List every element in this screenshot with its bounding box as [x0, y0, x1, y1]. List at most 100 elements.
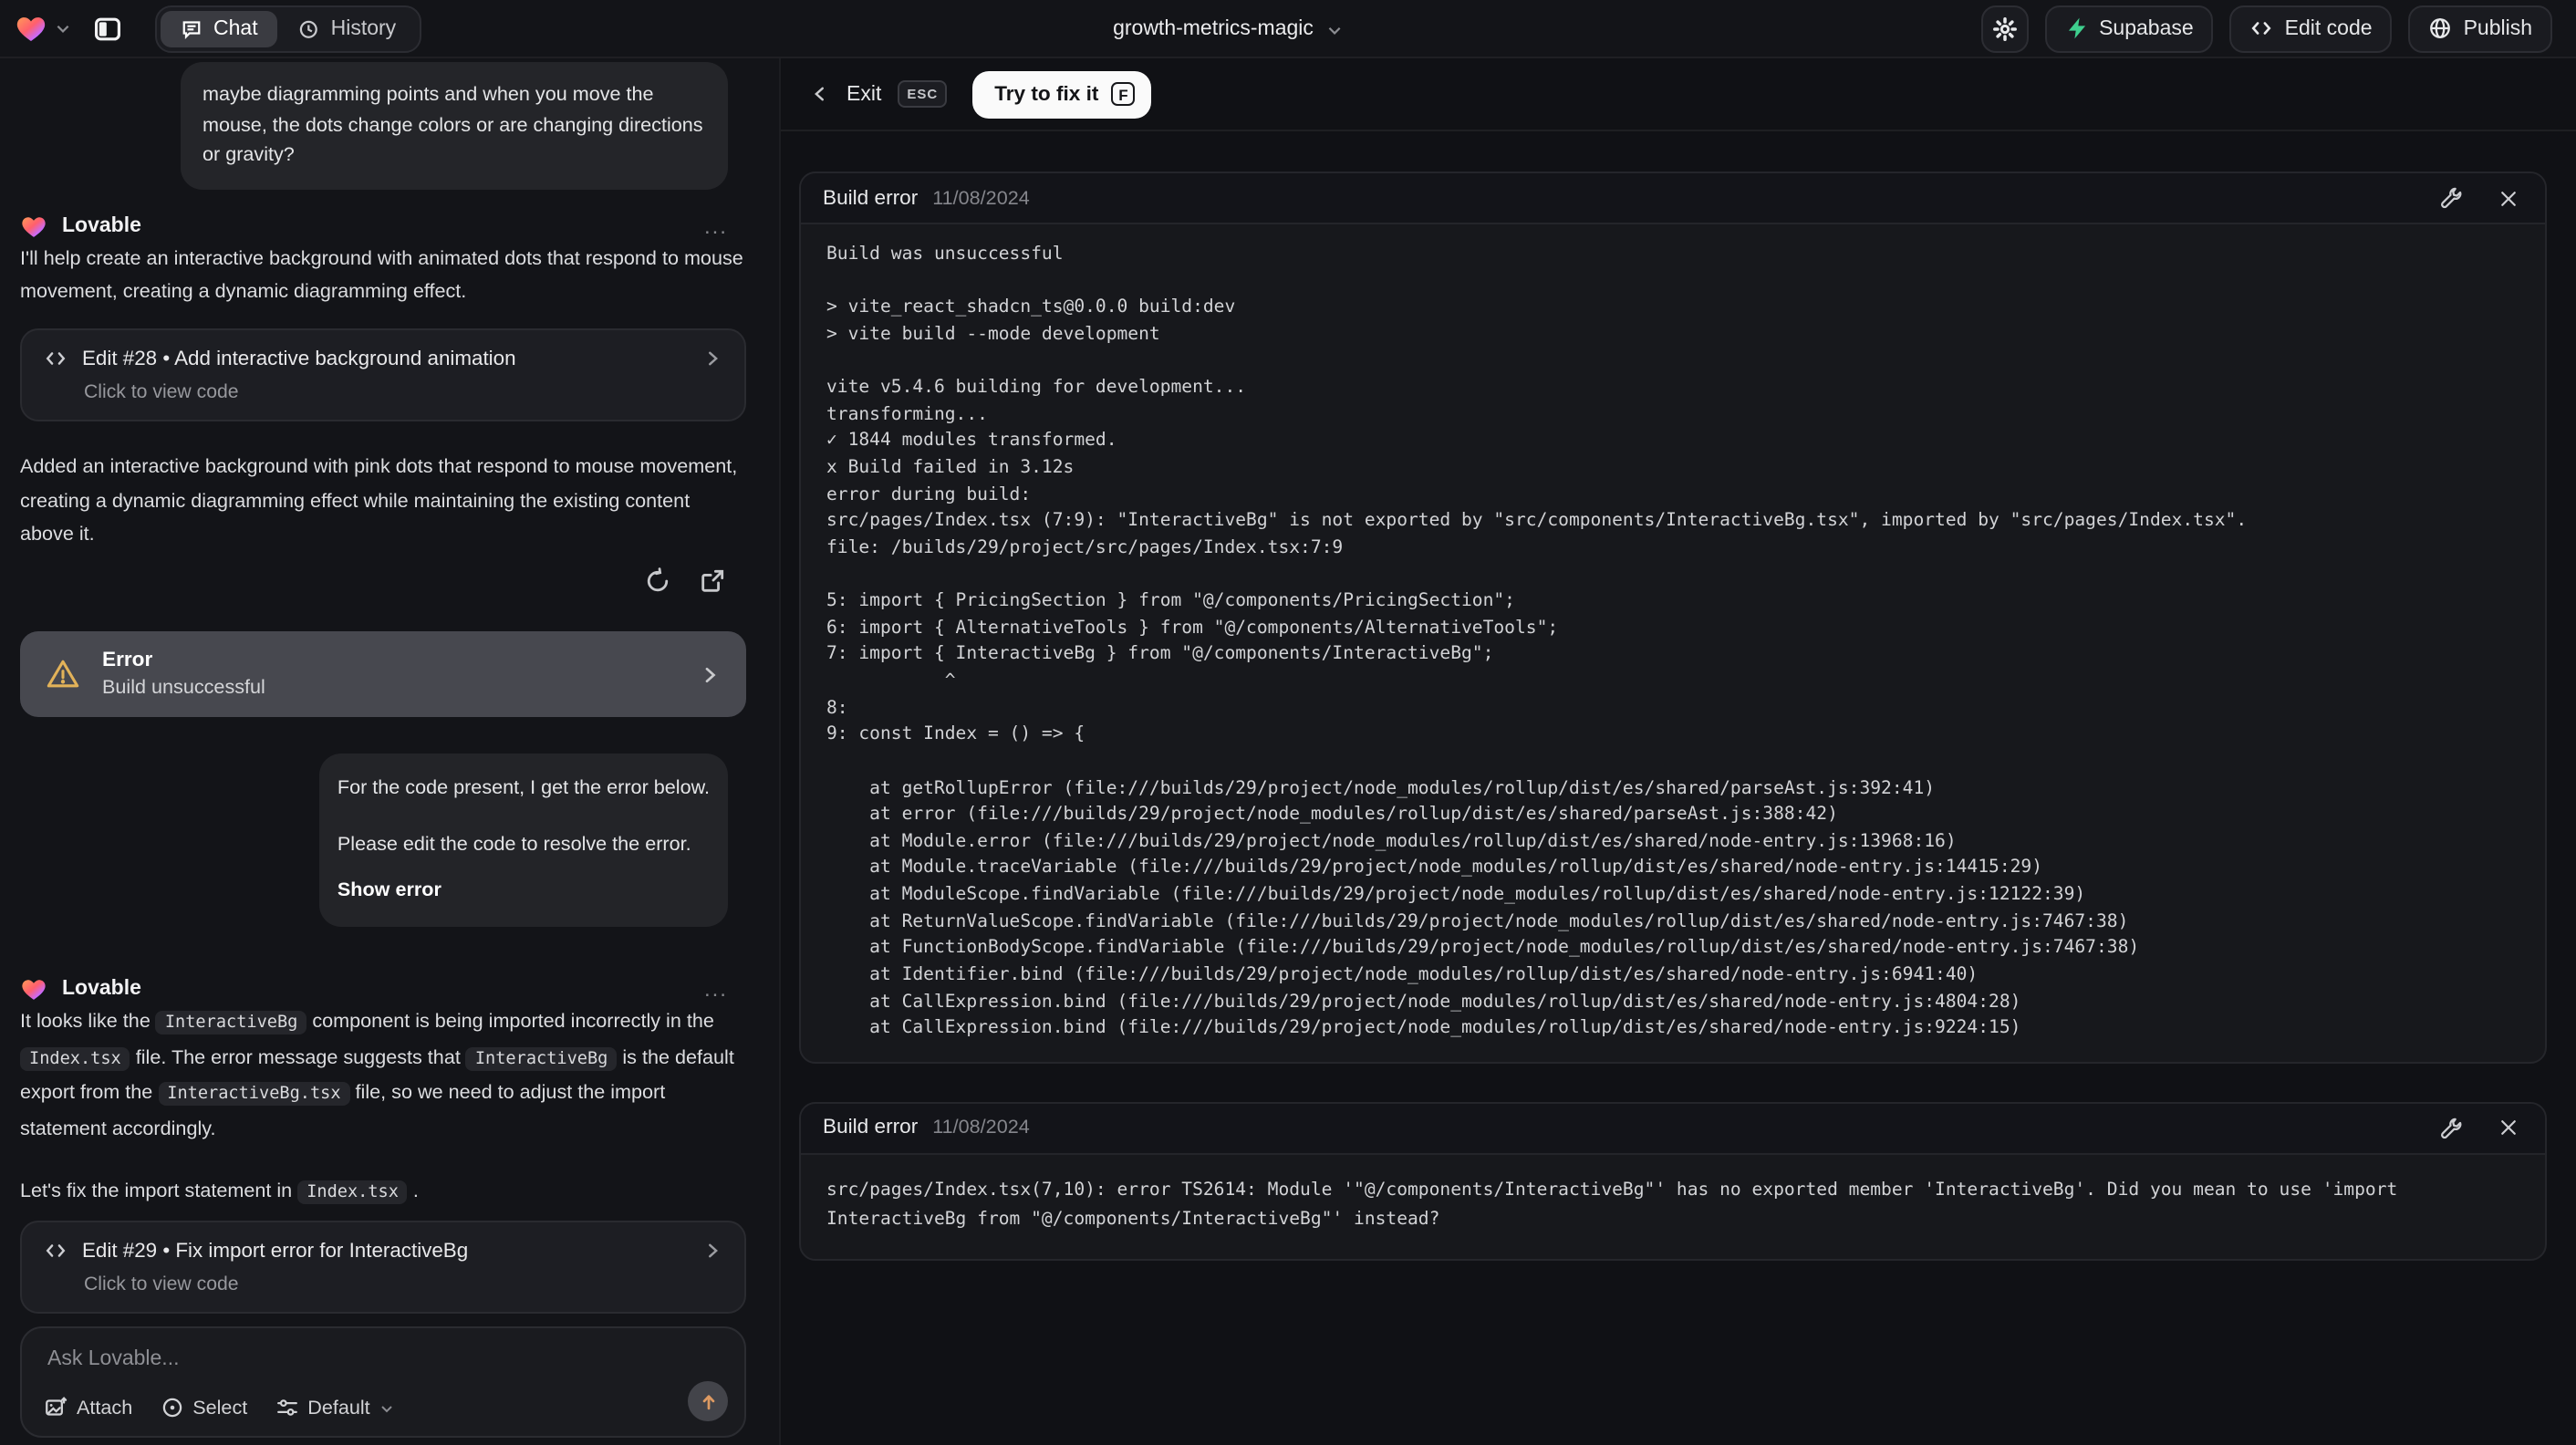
code-brackets-icon	[44, 1239, 68, 1263]
build-error-card-2: Build error 11/08/2024 src/pages/Index.t…	[799, 1101, 2547, 1261]
close-icon	[2498, 187, 2519, 209]
supabase-label: Supabase	[2099, 17, 2194, 39]
inline-code: InteractiveBg.tsx	[158, 1082, 350, 1106]
inline-code: Index.tsx	[297, 1180, 408, 1204]
restore-button[interactable]	[640, 564, 673, 597]
chevron-right-icon	[702, 348, 722, 369]
attach-button[interactable]: Attach	[44, 1396, 132, 1419]
build-error-title: Build error	[823, 1117, 919, 1139]
assistant-diagnosis-text: It looks like the InteractiveBg componen…	[20, 1011, 734, 1139]
supabase-bolt-icon	[2064, 16, 2088, 40]
inline-code: InteractiveBg	[155, 1011, 307, 1034]
tab-chat[interactable]: Chat	[161, 10, 278, 47]
lovable-heart-logo-icon	[15, 12, 47, 45]
build-error-banner[interactable]: Error Build unsuccessful	[20, 631, 746, 717]
send-button[interactable]	[688, 1381, 728, 1421]
build-error-card-1: Build error 11/08/2024 Build was unsucce…	[799, 172, 2547, 1064]
fix-toolbar: Exit ESC Try to fix it F	[781, 58, 2576, 131]
try-to-fix-button[interactable]: Try to fix it F	[972, 70, 1152, 118]
edit-card-subtitle: Click to view code	[84, 381, 239, 403]
wrench-icon	[2438, 1117, 2462, 1140]
fix-with-tool-button[interactable]	[2436, 1114, 2465, 1143]
assistant-fix-line: Let's fix the import statement in Index.…	[20, 1180, 419, 1204]
warning-triangle-icon	[46, 657, 80, 691]
error-workspace: Exit ESC Try to fix it F Build error 11/…	[781, 58, 2576, 1445]
typescript-error-output: src/pages/Index.tsx(7,10): error TS2614:…	[826, 1180, 2409, 1231]
user-error-line-2: Please edit the code to resolve the erro…	[337, 833, 691, 856]
topbar: Chat History growth-metrics-magic Supaba…	[0, 0, 2576, 58]
edit-card-29[interactable]: Edit #29 • Fix import error for Interact…	[20, 1221, 746, 1314]
build-error-date: 11/08/2024	[932, 187, 1030, 209]
chat-composer[interactable]: Ask Lovable... Attach Select Default	[20, 1326, 746, 1438]
close-icon	[2498, 1118, 2519, 1139]
tab-history[interactable]: History	[278, 10, 417, 47]
chat-panel: maybe diagramming points and when you mo…	[0, 58, 781, 1445]
edit-card-28[interactable]: Edit #28 • Add interactive background an…	[20, 328, 746, 421]
select-button[interactable]: Select	[160, 1396, 247, 1419]
project-name: growth-metrics-magic	[1113, 18, 1314, 40]
model-selector[interactable]: Default	[275, 1396, 393, 1419]
build-log-output: Build was unsuccessful > vite_react_shad…	[826, 244, 2248, 1039]
message-menu-button[interactable]: ...	[704, 976, 728, 1002]
code-brackets-icon	[2250, 16, 2274, 40]
composer-placeholder: Ask Lovable...	[47, 1348, 180, 1370]
edit-code-button[interactable]: Edit code	[2229, 5, 2393, 52]
globe-icon	[2429, 16, 2453, 40]
attach-label: Attach	[77, 1397, 133, 1419]
close-button[interactable]	[2494, 183, 2523, 213]
lovable-app: Chat History growth-metrics-magic Supaba…	[0, 0, 2576, 1445]
model-label: Default	[307, 1397, 370, 1419]
chevron-down-icon	[379, 1400, 394, 1415]
settings-button[interactable]	[1980, 5, 2029, 52]
assistant-message-header: Lovable ...	[20, 210, 728, 243]
fix-with-tool-button[interactable]	[2436, 183, 2465, 213]
open-preview-button[interactable]	[695, 564, 728, 597]
error-banner-subtitle: Build unsuccessful	[102, 677, 265, 699]
assistant-name: Lovable	[62, 215, 141, 237]
arrow-up-icon	[698, 1391, 718, 1411]
error-banner-title: Error	[102, 650, 153, 671]
target-select-icon	[160, 1396, 183, 1419]
publish-label: Publish	[2463, 17, 2532, 39]
build-error-title: Build error	[823, 187, 919, 209]
chevron-right-icon	[699, 663, 721, 685]
build-error-header: Build error 11/08/2024	[801, 173, 2545, 224]
code-brackets-icon	[44, 347, 68, 370]
esc-key-badge: ESC	[898, 80, 948, 108]
show-error-link[interactable]: Show error	[338, 876, 710, 906]
inline-code: Index.tsx	[20, 1046, 130, 1070]
build-error-header: Build error 11/08/2024	[801, 1103, 2545, 1155]
user-error-line-1: For the code present, I get the error be…	[337, 777, 710, 799]
sidebar-toggle-button[interactable]	[86, 6, 130, 50]
message-menu-button[interactable]: ...	[704, 213, 728, 239]
build-error-date: 11/08/2024	[932, 1117, 1030, 1139]
rotate-ccw-icon	[643, 567, 670, 594]
assistant-intro-text: I'll help create an interactive backgrou…	[20, 248, 743, 303]
tab-history-label: History	[330, 17, 397, 39]
panel-left-icon	[93, 14, 122, 43]
assistant-summary-text: Added an interactive background with pin…	[20, 456, 738, 546]
edit-card-subtitle: Click to view code	[84, 1273, 239, 1295]
exit-button[interactable]: Exit ESC	[810, 80, 948, 108]
edit-card-title: Edit #28 • Add interactive background an…	[82, 348, 516, 369]
logo-menu[interactable]	[15, 12, 71, 45]
composer-tools: Attach Select Default	[44, 1396, 394, 1419]
edit-code-label: Edit code	[2284, 17, 2373, 39]
sliders-icon	[275, 1396, 298, 1419]
publish-button[interactable]: Publish	[2408, 5, 2552, 52]
user-error-request-bubble: For the code present, I get the error be…	[318, 754, 728, 927]
project-switcher[interactable]: growth-metrics-magic	[1113, 0, 1343, 58]
lovable-heart-icon	[20, 975, 47, 1003]
tab-chat-label: Chat	[213, 17, 258, 39]
try-fix-label: Try to fix it	[994, 83, 1099, 105]
close-button[interactable]	[2494, 1114, 2523, 1143]
supabase-button[interactable]: Supabase	[2044, 5, 2214, 52]
history-clock-icon	[298, 17, 320, 39]
wrench-icon	[2438, 186, 2462, 210]
assistant-name: Lovable	[62, 978, 141, 1000]
user-message-bubble: maybe diagramming points and when you mo…	[181, 62, 728, 190]
chat-bubble-icon	[181, 17, 203, 39]
assistant-message-header: Lovable ...	[20, 972, 728, 1005]
chevron-down-icon	[1326, 21, 1343, 37]
message-actions	[640, 564, 728, 597]
